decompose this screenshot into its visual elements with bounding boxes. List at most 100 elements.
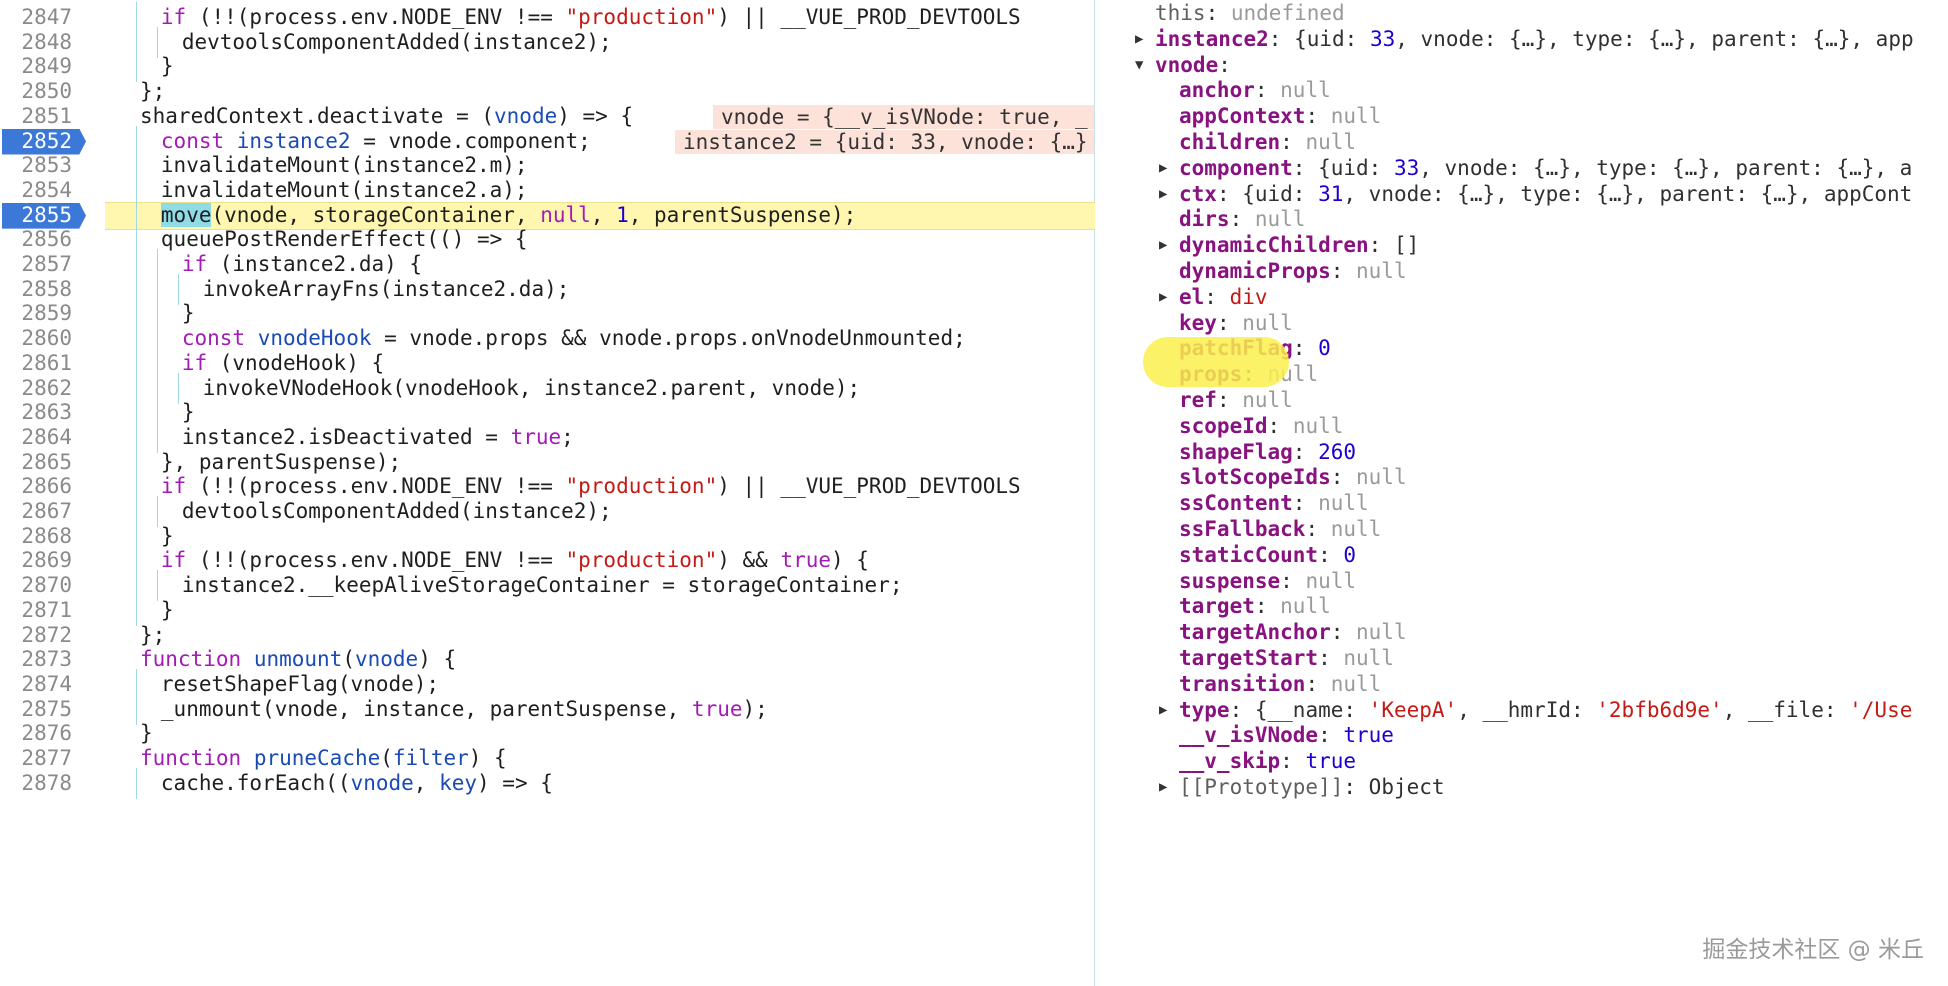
key-separator: : <box>1305 671 1331 696</box>
property-value: '/Use <box>1849 697 1913 722</box>
property-value: 260 <box>1318 439 1357 464</box>
property-value: {uid: <box>1242 181 1319 206</box>
scope-panel: this: undefined ▶ instance2: {uid: 33, vno… <box>1095 0 1948 986</box>
code-token: , <box>413 770 440 795</box>
key-separator: : <box>1292 336 1319 361</box>
code-token: instance2.__keepAliveStorageContainer = … <box>181 573 903 598</box>
property-key: appContext <box>1179 104 1306 129</box>
key-separator: : <box>1330 620 1357 645</box>
code-token: if <box>160 5 187 29</box>
property-value: null <box>1292 413 1344 438</box>
property-value: 0 <box>1343 542 1357 567</box>
key-separator: : <box>1229 697 1255 722</box>
code-token: _unmount(vnode, instance, parentSuspense… <box>160 696 692 721</box>
code-token: if <box>160 474 187 499</box>
property-value: undefined <box>1230 1 1345 25</box>
code-token: ) => { <box>557 103 634 128</box>
code-token: invokeArrayFns(instance2.da); <box>202 276 570 301</box>
property-value: {__name: <box>1254 697 1369 722</box>
code-token: instance2 <box>236 128 351 153</box>
property-value: null <box>1330 104 1382 129</box>
property-key: dirs <box>1179 207 1230 232</box>
key-separator: : <box>1280 749 1306 774</box>
key-separator: : <box>1204 284 1230 309</box>
code-token: (vnode, storageContainer, <box>211 202 541 227</box>
property-key: transition <box>1179 671 1306 696</box>
property-key: scopeId <box>1179 413 1268 438</box>
property-value: 31 <box>1318 181 1344 206</box>
property-value: null <box>1356 259 1407 283</box>
key-separator: : <box>1254 78 1281 103</box>
code-token: ) || __VUE_PROD_DEVTOOLS <box>717 474 1021 499</box>
property-key: ctx <box>1179 181 1217 206</box>
code-token: ( <box>342 647 355 672</box>
code-token: const <box>181 326 246 351</box>
code-token: vnode <box>350 770 414 795</box>
key-separator: : <box>1292 491 1319 516</box>
code-token: (instance2.da) { <box>207 252 423 276</box>
property-value: null <box>1305 568 1357 593</box>
code-token: instance2.isDeactivated = <box>181 424 511 449</box>
scope-property-line: [[Prototype]]: Object <box>1179 771 1445 803</box>
code-token: "production" <box>565 5 718 29</box>
code-token: } <box>160 597 174 622</box>
property-value: 33 <box>1369 26 1396 51</box>
code-token: ); <box>742 696 768 721</box>
property-key: shapeFlag <box>1179 439 1293 464</box>
key-separator: : <box>1305 104 1331 129</box>
key-separator: : <box>1292 155 1319 180</box>
property-value: null <box>1330 671 1382 696</box>
code-token: ; <box>561 424 574 449</box>
code-token: key <box>439 770 478 795</box>
code-token: ( <box>380 746 393 770</box>
property-value: div <box>1229 284 1268 309</box>
key-separator: : <box>1205 1 1231 25</box>
code-token: "production" <box>565 548 718 573</box>
property-value: {uid: <box>1318 155 1394 180</box>
code-token: invokeVNodeHook(vnodeHook, instance2.par… <box>202 375 861 400</box>
code-token: }, parentSuspense); <box>160 449 402 474</box>
key-separator: : <box>1216 310 1243 335</box>
line-number[interactable]: 2878 <box>0 768 72 799</box>
code-token: } <box>140 721 153 746</box>
property-value: null <box>1343 646 1394 670</box>
code-line[interactable]: 2878 cache.forEach((vnode, key) => { <box>0 767 1095 799</box>
code-token: }; <box>140 79 166 104</box>
source-editor[interactable]: 2847 if (!!(process.env.NODE_ENV !== "pro… <box>0 0 1095 986</box>
key-separator: : <box>1343 775 1369 799</box>
property-key: dynamicChildren <box>1179 233 1369 258</box>
key-separator: : <box>1318 646 1344 670</box>
property-key: targetStart <box>1179 646 1319 670</box>
key-separator: : <box>1216 388 1243 412</box>
code-token: , <box>590 202 617 227</box>
property-value: , __hmrId: <box>1457 697 1597 722</box>
property-key: anchor <box>1179 78 1255 103</box>
search-match-token: move <box>160 202 212 227</box>
key-separator: : <box>1280 130 1306 154</box>
code-token: "production" <box>565 474 718 499</box>
property-value: null <box>1280 78 1331 103</box>
property-key: ref <box>1179 388 1217 412</box>
code-token: filter <box>392 746 469 770</box>
code-token: invalidateMount(instance2.m); <box>160 153 528 178</box>
code-token: if <box>160 548 187 573</box>
code-token: } <box>181 400 195 425</box>
code-token: = vnode.component; <box>350 128 591 153</box>
property-key: target <box>1179 594 1255 619</box>
property-value: null <box>1280 594 1331 619</box>
indent-guide <box>135 767 137 799</box>
property-value: 0 <box>1318 336 1331 361</box>
code-token: ) { <box>468 746 507 770</box>
property-key: this <box>1155 1 1206 25</box>
scope-property-prototype[interactable]: ▶ [[Prototype]]: Object <box>1095 771 1948 803</box>
code-token: function <box>140 647 242 672</box>
code-token: true <box>510 424 562 449</box>
key-separator: : <box>1305 517 1331 541</box>
property-value: null <box>1242 388 1293 412</box>
expand-triangle-icon[interactable]: ▶ <box>1159 771 1173 803</box>
code-token: pruneCache <box>253 746 381 770</box>
code-token: if <box>181 350 208 375</box>
property-value: null <box>1242 310 1293 335</box>
